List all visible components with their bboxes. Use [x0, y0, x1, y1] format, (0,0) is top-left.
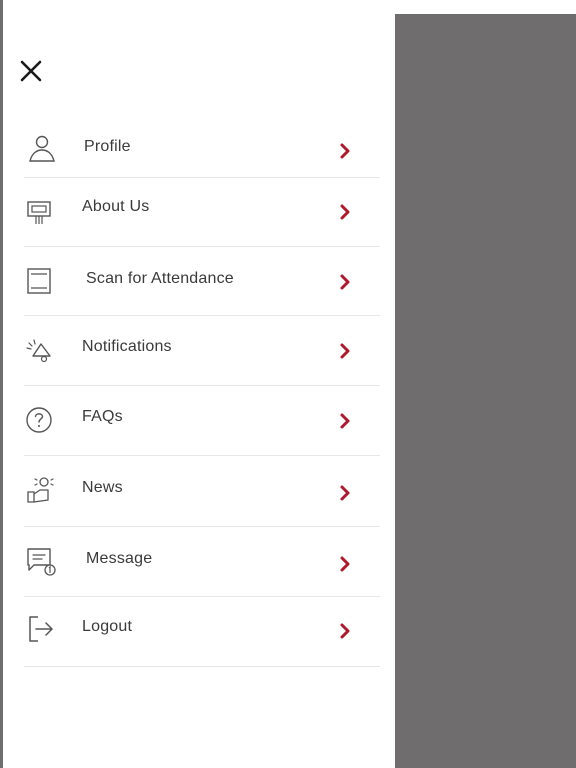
- app-screen: Profile About Us Scan for Attendance Not…: [0, 0, 576, 768]
- chevron-right-icon: [336, 142, 354, 160]
- user-icon: [24, 134, 56, 166]
- kiosk-icon: [24, 194, 56, 226]
- megaphone-icon: [24, 336, 56, 368]
- menu-item-label: Logout: [82, 618, 133, 635]
- chevron-right-icon: [336, 412, 354, 430]
- menu-item-notifications[interactable]: Notifications: [24, 316, 380, 386]
- menu-item-label: About Us: [82, 198, 150, 215]
- question-icon: [24, 404, 56, 436]
- menu-item-label: Message: [86, 550, 153, 567]
- chevron-right-icon: [336, 555, 354, 573]
- drawer-menu: Profile About Us Scan for Attendance Not…: [24, 112, 380, 667]
- chevron-right-icon: [336, 203, 354, 221]
- chevron-right-icon: [336, 273, 354, 291]
- menu-item-label: FAQs: [82, 408, 123, 425]
- chevron-right-icon: [336, 622, 354, 640]
- menu-item-message[interactable]: Message: [24, 527, 380, 597]
- chevron-right-icon: [336, 342, 354, 360]
- menu-item-label: News: [82, 479, 123, 496]
- drawer-backdrop-overlay[interactable]: [395, 14, 576, 768]
- menu-item-label: Profile: [84, 138, 131, 155]
- screen-left-edge: [0, 0, 3, 768]
- menu-item-label: Notifications: [82, 338, 172, 355]
- menu-item-profile[interactable]: Profile: [24, 112, 380, 178]
- chevron-right-icon: [336, 484, 354, 502]
- scan-frame-icon: [24, 265, 56, 297]
- menu-item-label: Scan for Attendance: [86, 270, 234, 287]
- menu-item-news[interactable]: News: [24, 456, 380, 527]
- menu-item-logout[interactable]: Logout: [24, 597, 380, 667]
- menu-item-scan-for-attendance[interactable]: Scan for Attendance: [24, 247, 380, 316]
- logout-icon: [24, 613, 56, 645]
- message-icon: [24, 545, 56, 577]
- news-icon: [24, 474, 56, 506]
- menu-item-about-us[interactable]: About Us: [24, 178, 380, 247]
- close-icon[interactable]: [18, 58, 44, 84]
- menu-item-faqs[interactable]: FAQs: [24, 386, 380, 456]
